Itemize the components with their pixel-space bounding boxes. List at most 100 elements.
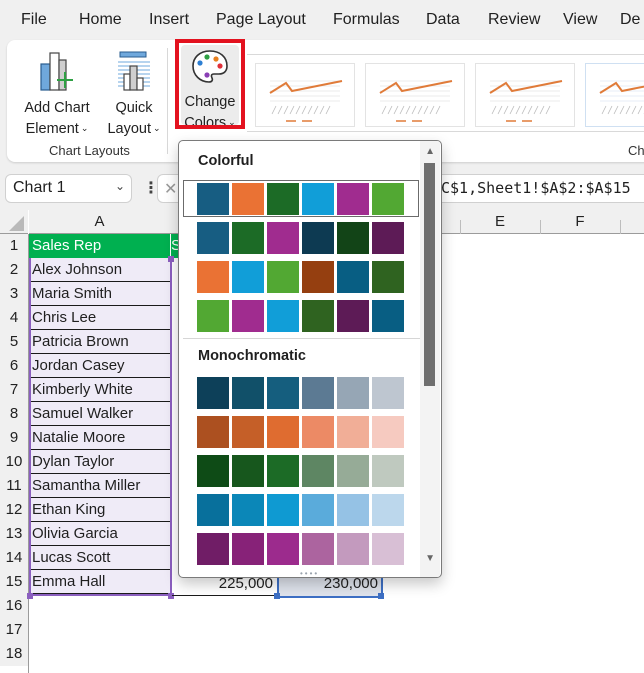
color-swatch [337, 533, 369, 565]
color-swatch [302, 416, 334, 448]
range-resize-handle[interactable] [27, 593, 33, 599]
color-swatch [337, 261, 369, 293]
row-header[interactable]: 5 [0, 330, 28, 354]
color-swatch [372, 261, 404, 293]
color-swatch [372, 494, 404, 526]
quick-layout-label-1: Quick [115, 100, 153, 116]
color-swatch [197, 300, 229, 332]
row-header[interactable]: 14 [0, 546, 28, 570]
resize-grip-icon[interactable]: •••• [300, 569, 319, 577]
color-swatch [197, 494, 229, 526]
range-resize-handle[interactable] [168, 256, 174, 262]
chart-styles-gallery [247, 54, 644, 132]
color-swatch [232, 300, 264, 332]
chart-style-thumbnail[interactable] [475, 63, 575, 127]
chevron-down-icon: ⌄ [80, 123, 89, 133]
chart-style-thumbnail[interactable] [365, 63, 465, 127]
tab-view[interactable]: View [563, 11, 597, 29]
palette-option[interactable] [197, 533, 407, 565]
quick-layout-button[interactable]: Quick Layout ⌄ [99, 50, 169, 139]
color-swatch [267, 261, 299, 293]
palette-option[interactable] [197, 183, 407, 215]
scroll-down-icon[interactable]: ▼ [425, 553, 435, 564]
row-header[interactable]: 4 [0, 306, 28, 330]
row-header[interactable]: 16 [0, 594, 28, 618]
color-swatch [302, 261, 334, 293]
row-header[interactable]: 6 [0, 354, 28, 378]
chart-style-preview-icon [599, 80, 644, 115]
palette-option[interactable] [197, 377, 407, 409]
color-swatch [337, 183, 369, 215]
row-header[interactable]: 18 [0, 642, 28, 666]
color-swatch [372, 455, 404, 487]
scroll-up-icon[interactable]: ▲ [425, 146, 435, 157]
chart-style-thumbnail[interactable] [255, 63, 355, 127]
menu-bar: File Home Insert Page Layout Formulas Da… [0, 0, 644, 40]
palette-option[interactable] [197, 300, 407, 332]
color-swatch [302, 455, 334, 487]
row-header[interactable]: 3 [0, 282, 28, 306]
cell-a1[interactable]: Sales Rep [29, 234, 170, 258]
palette-option[interactable] [197, 416, 407, 448]
column-header-g[interactable] [600, 210, 644, 234]
row-header[interactable]: 9 [0, 426, 28, 450]
palette-option[interactable] [197, 222, 407, 254]
tab-home[interactable]: Home [79, 11, 122, 29]
tab-data[interactable]: Data [426, 11, 460, 29]
tab-formulas[interactable]: Formulas [333, 11, 400, 29]
row-header[interactable]: 17 [0, 618, 28, 642]
column-divider [540, 220, 541, 234]
color-swatch [232, 261, 264, 293]
color-swatch [302, 377, 334, 409]
palette-option[interactable] [197, 494, 407, 526]
row-header[interactable]: 1 [0, 234, 28, 258]
tab-file[interactable]: File [21, 11, 47, 29]
tab-insert[interactable]: Insert [149, 11, 189, 29]
color-swatch [337, 494, 369, 526]
highlight-annotation [175, 39, 245, 129]
row-header[interactable]: 7 [0, 378, 28, 402]
name-box[interactable]: Chart 1 ⌄ [5, 174, 132, 203]
formula-input[interactable]: C$1,Sheet1!$A$2:$A$15 [437, 174, 644, 203]
add-chart-element-button[interactable]: Add Chart Element ⌄ [19, 50, 95, 139]
tab-developer[interactable]: De [620, 11, 640, 29]
chart-style-thumbnail[interactable] [585, 63, 644, 127]
name-box-value: Chart 1 [13, 179, 66, 196]
tab-review[interactable]: Review [488, 11, 540, 29]
palette-option[interactable] [197, 455, 407, 487]
row-header[interactable]: 10 [0, 450, 28, 474]
color-swatch [267, 455, 299, 487]
column-header-a[interactable]: A [29, 210, 170, 234]
column-divider [620, 220, 621, 234]
chart-style-preview-icon [269, 80, 343, 122]
palette-option[interactable] [197, 261, 407, 293]
color-swatch [302, 222, 334, 254]
row-header[interactable]: 8 [0, 402, 28, 426]
row-header[interactable]: 2 [0, 258, 28, 282]
color-swatch [232, 377, 264, 409]
color-swatch [197, 183, 229, 215]
color-swatch [372, 416, 404, 448]
color-swatch [372, 183, 404, 215]
change-colors-dropdown: Colorful Monochromatic ▲ ▼ •••• [178, 140, 442, 578]
chart-style-preview-icon [489, 80, 563, 122]
color-swatch [197, 222, 229, 254]
scrollbar-thumb[interactable] [424, 163, 435, 386]
row-header[interactable]: 15 [0, 570, 28, 594]
chevron-down-icon[interactable]: ⌄ [115, 179, 125, 193]
color-swatch [372, 533, 404, 565]
ribbon-divider [167, 48, 168, 154]
select-all-button[interactable] [0, 210, 28, 234]
tab-page-layout[interactable]: Page Layout [216, 11, 306, 29]
row-header[interactable]: 13 [0, 522, 28, 546]
row-header[interactable]: 12 [0, 498, 28, 522]
color-swatch [372, 377, 404, 409]
color-swatch [197, 416, 229, 448]
color-swatch [232, 416, 264, 448]
color-swatch [267, 494, 299, 526]
range-resize-handle[interactable] [274, 593, 280, 599]
range-resize-handle[interactable] [378, 593, 384, 599]
color-swatch [302, 300, 334, 332]
color-swatch [197, 533, 229, 565]
row-header[interactable]: 11 [0, 474, 28, 498]
